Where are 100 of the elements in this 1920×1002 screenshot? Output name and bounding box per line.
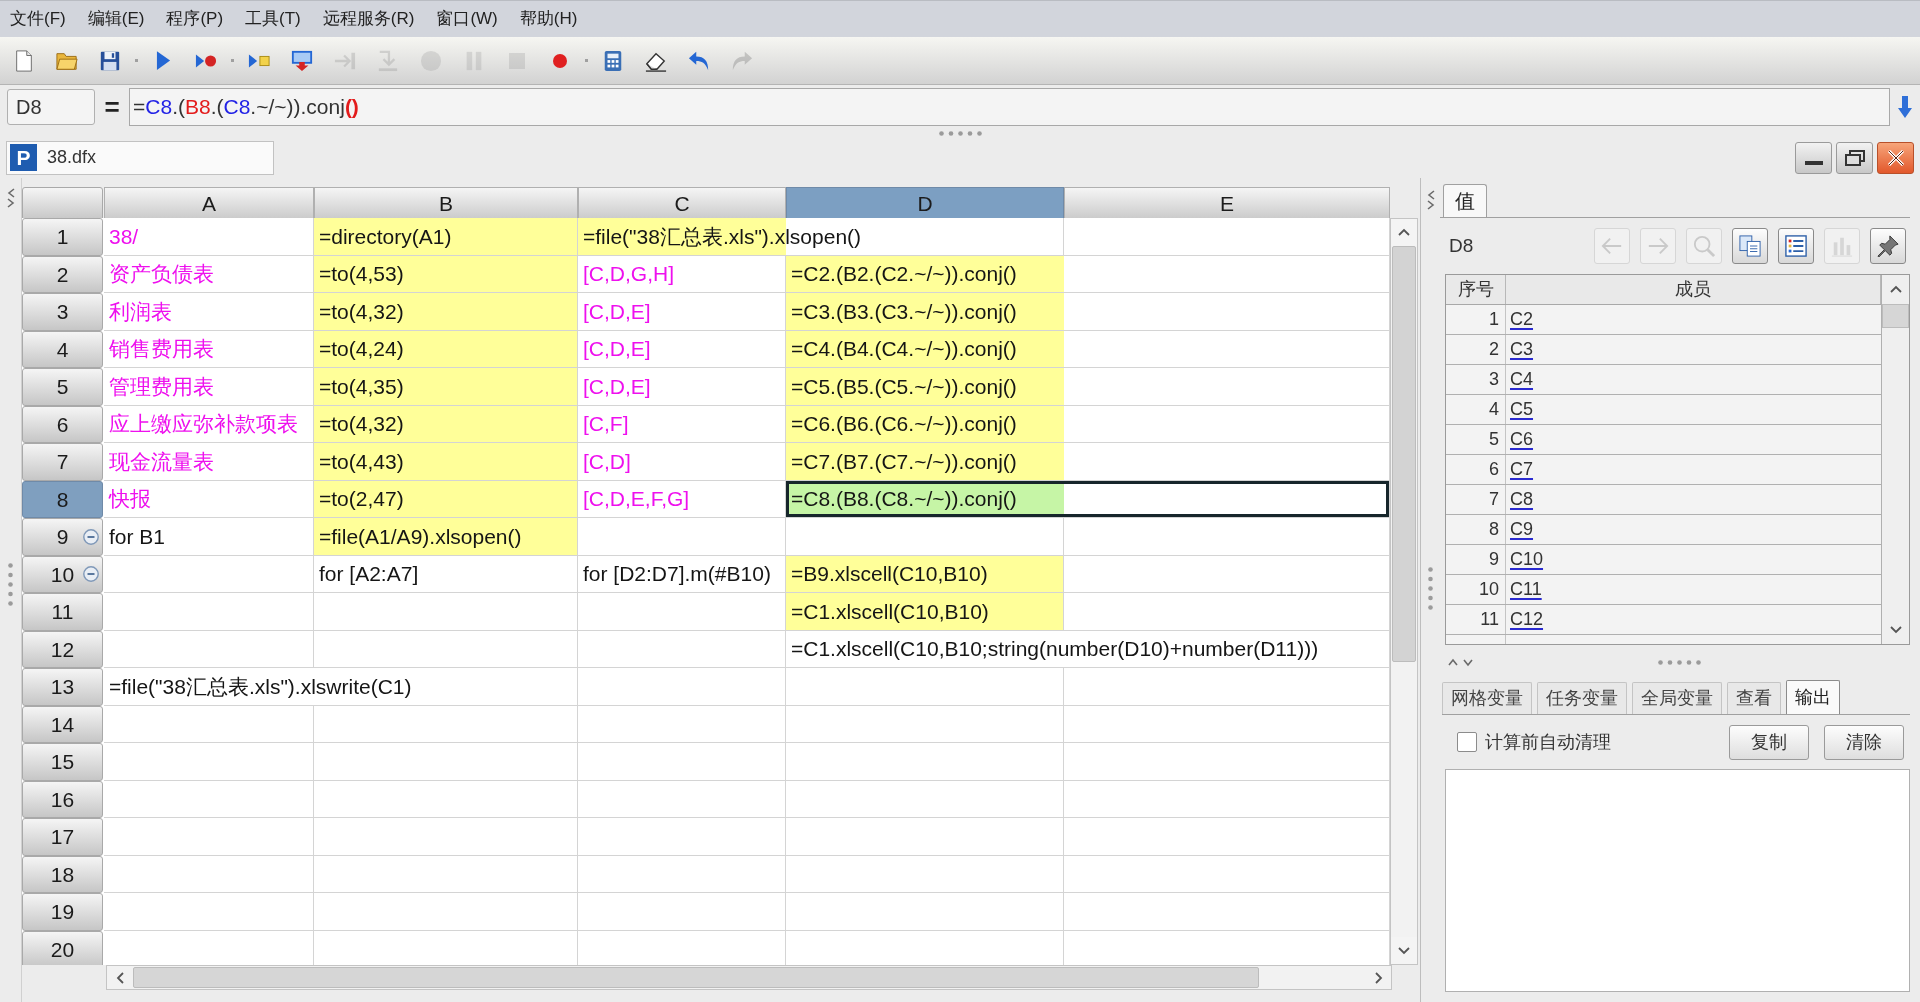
document-tab[interactable]: P 38.dfx	[6, 140, 274, 175]
spreadsheet-cell[interactable]: =C4.(B4.(C4.~/~)).conj()	[786, 330, 1390, 368]
select-all-corner[interactable]	[22, 187, 103, 221]
row-header[interactable]: 14	[22, 705, 103, 743]
undo-icon[interactable]	[688, 49, 710, 72]
row-header[interactable]: 16	[22, 780, 103, 818]
expand-collapse-arrows-icon[interactable]	[6, 188, 15, 208]
panel-toolbar-button[interactable]	[1778, 228, 1814, 264]
cell-link[interactable]: C3	[1510, 336, 1533, 363]
panel-tab[interactable]: 输出	[1786, 680, 1840, 714]
spreadsheet-cell[interactable]: =to(4,43)	[314, 443, 578, 481]
cell-link[interactable]: C11	[1510, 576, 1542, 603]
menu-item[interactable]: 窗口(W)	[434, 6, 500, 32]
spreadsheet-cell[interactable]: =to(4,24)	[314, 330, 578, 368]
spreadsheet-cell[interactable]: =C2.(B2.(C2.~/~)).conj()	[786, 255, 1390, 293]
menu-item[interactable]: 编辑(E)	[85, 6, 147, 32]
spreadsheet-cell[interactable]: for [D2:D7].m(#B10)	[578, 555, 786, 593]
spreadsheet-cell[interactable]: for [A2:A7]	[314, 555, 578, 593]
expand-collapse-arrows-icon[interactable]	[1426, 190, 1435, 210]
row-header[interactable]: 6	[22, 405, 103, 443]
spreadsheet-cell[interactable]: =file("38汇总表.xls").xlsopen()	[578, 218, 1064, 256]
splitter-grip-icon[interactable]	[1657, 659, 1701, 665]
cell-link[interactable]: C4	[1510, 366, 1533, 393]
record-icon[interactable]	[553, 53, 567, 68]
row-header[interactable]: 13	[22, 668, 103, 706]
panel-tab[interactable]: 全局变量	[1632, 682, 1722, 714]
panel-tab[interactable]: 值	[1443, 184, 1487, 217]
panel-tab[interactable]: 查看	[1727, 682, 1781, 714]
cell-link[interactable]: C2	[1510, 306, 1533, 333]
cell-link[interactable]: C9	[1510, 516, 1533, 543]
spreadsheet-cell[interactable]: [C,D,E]	[578, 330, 786, 368]
spreadsheet-cell[interactable]: =C5.(B5.(C5.~/~)).conj()	[786, 368, 1390, 406]
close-button[interactable]	[1877, 141, 1914, 174]
spreadsheet-cell[interactable]: 管理费用表	[104, 368, 314, 406]
row-header[interactable]: 8	[22, 480, 103, 518]
scrollbar-thumb[interactable]	[1392, 246, 1416, 662]
menu-item[interactable]: 工具(T)	[243, 6, 303, 32]
spreadsheet-cell[interactable]: =directory(A1)	[314, 218, 578, 256]
restore-button[interactable]	[1836, 141, 1873, 174]
column-header[interactable]: D	[786, 187, 1064, 221]
column-header[interactable]: A	[104, 187, 314, 221]
column-header[interactable]: B	[314, 187, 578, 221]
cell-link[interactable]: C6	[1510, 426, 1533, 453]
spreadsheet-cell[interactable]: =to(4,35)	[314, 368, 578, 406]
row-header[interactable]: 10	[22, 555, 103, 593]
menu-item[interactable]: 帮助(H)	[517, 6, 580, 32]
row-header[interactable]: 5	[22, 368, 103, 406]
collapse-icon[interactable]	[83, 528, 99, 545]
splitter-grip-icon[interactable]	[1428, 567, 1433, 610]
panel-tab[interactable]: 任务变量	[1537, 682, 1627, 714]
row-header[interactable]: 15	[22, 743, 103, 781]
row-header[interactable]: 17	[22, 818, 103, 856]
row-header[interactable]: 20	[22, 930, 103, 965]
panel-toolbar-button[interactable]	[1732, 228, 1768, 264]
spreadsheet-cell[interactable]: =C6.(B6.(C6.~/~)).conj()	[786, 405, 1390, 443]
spreadsheet-cell[interactable]: [C,D,G,H]	[578, 255, 786, 293]
spreadsheet-cell[interactable]: =C8.(B8.(C8.~/~)).conj()	[786, 480, 1390, 518]
spreadsheet-cell[interactable]: =to(2,47)	[314, 480, 578, 518]
row-header[interactable]: 2	[22, 255, 103, 293]
spreadsheet-cell[interactable]: 销售费用表	[104, 330, 314, 368]
row-header[interactable]: 18	[22, 855, 103, 893]
panel-toolbar-button[interactable]	[1870, 228, 1906, 264]
column-header[interactable]: 序号	[1446, 275, 1506, 304]
spreadsheet-cell[interactable]: for B1	[104, 518, 314, 556]
cell-link[interactable]: C10	[1510, 546, 1544, 573]
spreadsheet-cell[interactable]: [C,F]	[578, 405, 786, 443]
checkbox-label[interactable]: 计算前自动清理	[1485, 728, 1611, 756]
output-area[interactable]	[1445, 769, 1910, 992]
new-document-icon[interactable]	[13, 49, 35, 72]
spreadsheet-cell[interactable]: 38/	[104, 218, 314, 256]
cell-link[interactable]: C7	[1510, 456, 1533, 483]
column-header[interactable]: E	[1064, 187, 1390, 221]
spreadsheet-cell[interactable]: =to(4,32)	[314, 293, 578, 331]
copy-button[interactable]: 复制	[1729, 724, 1809, 760]
cell-link[interactable]: C5	[1510, 396, 1533, 423]
cell-link[interactable]: C8	[1510, 486, 1533, 513]
spreadsheet-cell[interactable]: 资产负债表	[104, 255, 314, 293]
collapse-icon[interactable]	[83, 566, 99, 583]
vertical-scrollbar[interactable]	[1881, 275, 1909, 644]
expand-collapse-arrows-icon[interactable]	[1448, 657, 1474, 667]
spreadsheet-cell[interactable]: [C,D,E]	[578, 293, 786, 331]
clear-button[interactable]: 清除	[1824, 724, 1904, 760]
spreadsheet-cell[interactable]: [C,D,E]	[578, 368, 786, 406]
cell-link[interactable]: C12	[1510, 606, 1544, 633]
calculator-icon[interactable]	[602, 49, 624, 72]
spreadsheet-cell[interactable]: 利润表	[104, 293, 314, 331]
spreadsheet-cell[interactable]: =B9.xlscell(C10,B10)	[786, 555, 1064, 593]
spreadsheet-cell[interactable]: =C3.(B3.(C3.~/~)).conj()	[786, 293, 1390, 331]
cell-name-field[interactable]: D8	[7, 89, 95, 125]
monitor-arrow-icon[interactable]	[291, 49, 313, 72]
minimize-button[interactable]	[1795, 141, 1832, 174]
vertical-scrollbar[interactable]	[1390, 218, 1418, 965]
spreadsheet-cell[interactable]: 快报	[104, 480, 314, 518]
spreadsheet-cell[interactable]: =C7.(B7.(C7.~/~)).conj()	[786, 443, 1390, 481]
save-icon[interactable]	[99, 49, 121, 72]
row-header[interactable]: 11	[22, 593, 103, 631]
spreadsheet-cell[interactable]: 应上缴应弥补款项表	[104, 405, 314, 443]
row-header[interactable]: 9	[22, 518, 103, 556]
spreadsheet-cell[interactable]: =C1.xlscell(C10,B10;string(number(D10)+number(D11)))	[786, 630, 1390, 668]
row-header[interactable]: 7	[22, 443, 103, 481]
